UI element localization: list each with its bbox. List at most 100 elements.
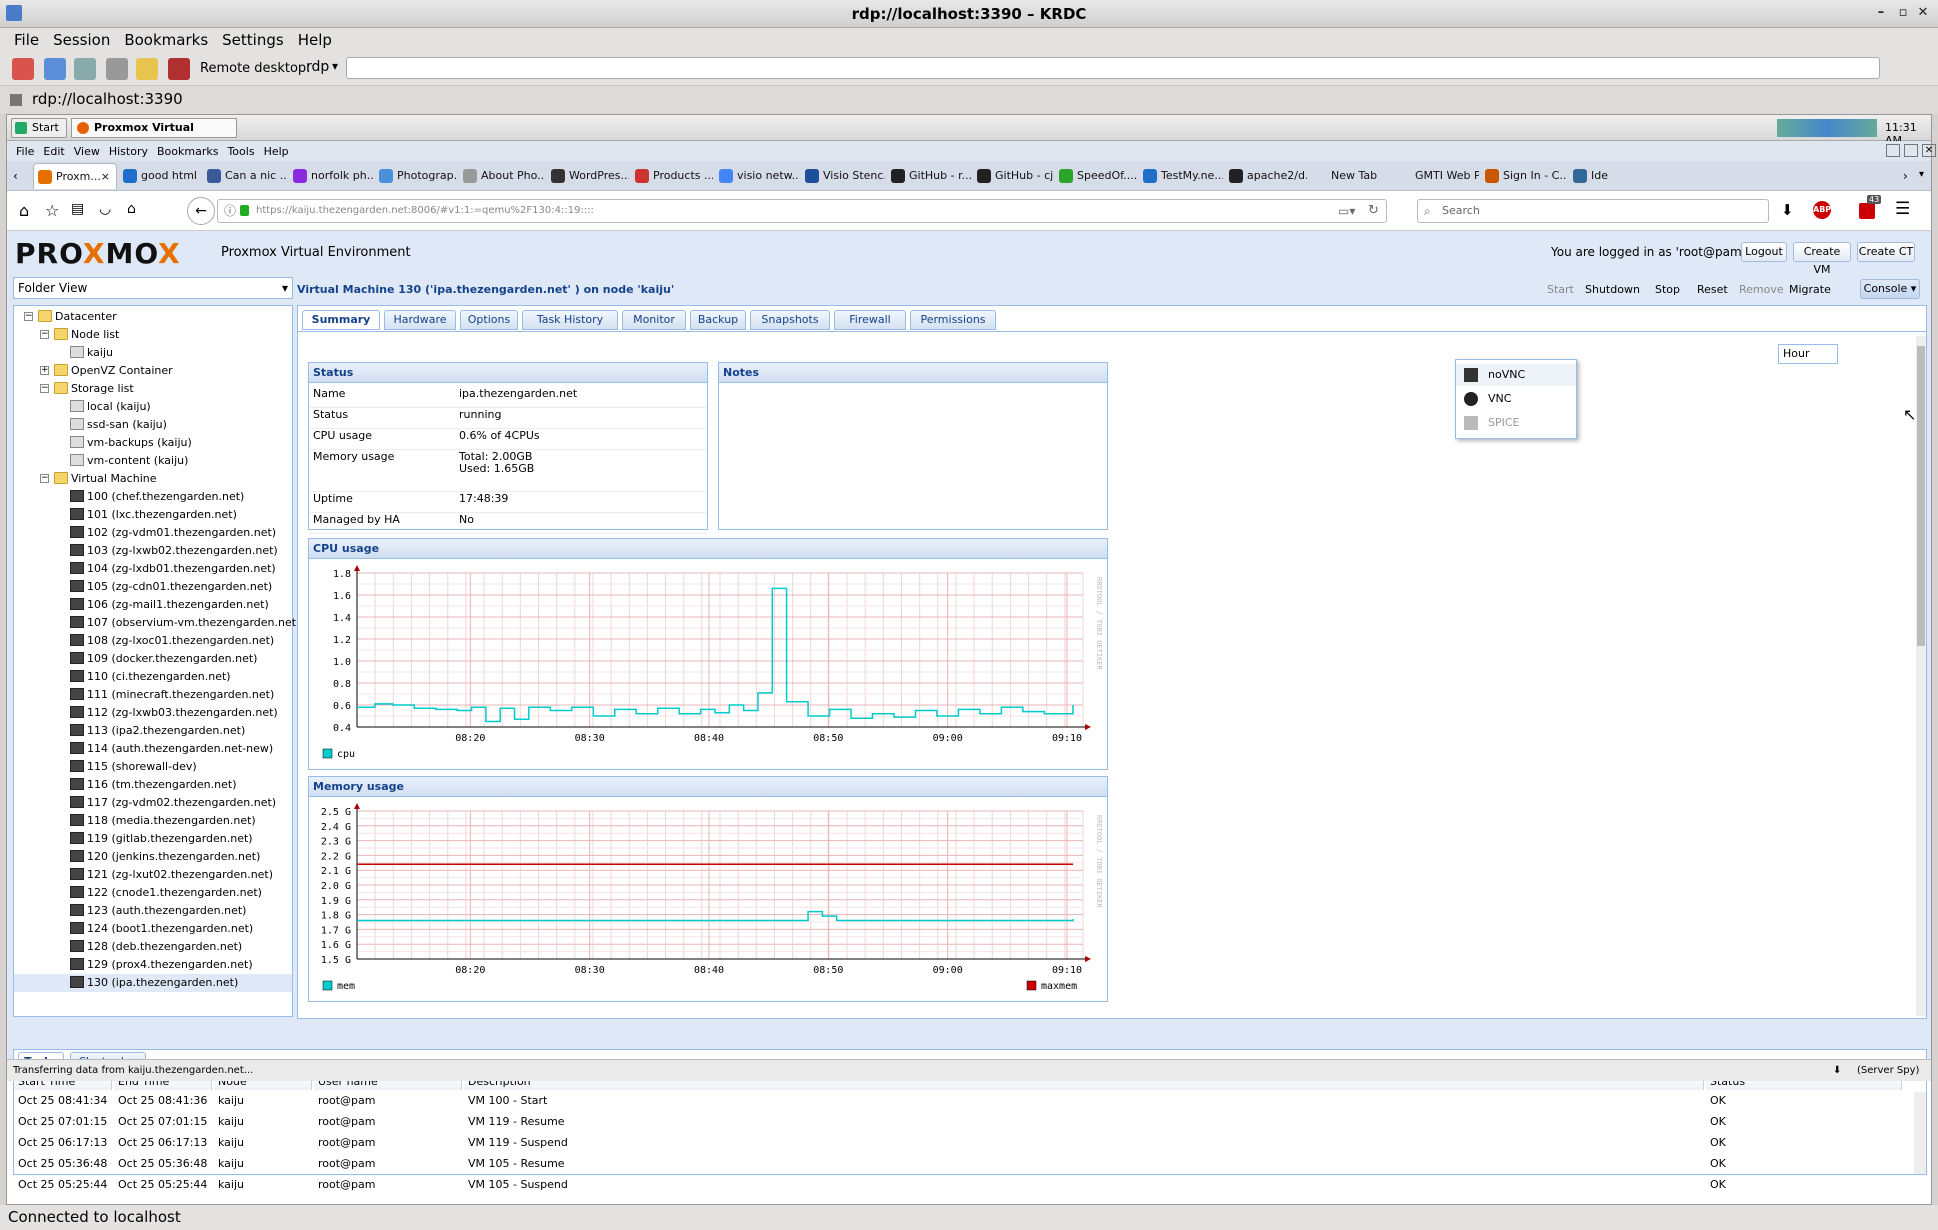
- expand-toggle-icon[interactable]: +: [40, 366, 49, 375]
- browser-tab[interactable]: GitHub - r...: [887, 163, 971, 189]
- tab-permissions[interactable]: Permissions: [910, 310, 996, 330]
- menu-file[interactable]: File: [14, 31, 39, 49]
- tree-vm-item[interactable]: 130 (ipa.thezengarden.net): [14, 974, 292, 992]
- sync-icon[interactable]: ⌂: [127, 201, 136, 217]
- tabs-scroll-right-icon[interactable]: ›: [1903, 169, 1908, 183]
- browser-tab[interactable]: Ide: [1569, 163, 1609, 189]
- vm-action-remove-button[interactable]: Remove: [1739, 283, 1784, 296]
- taskbar-window[interactable]: Proxmox Virtual Envir...: [71, 118, 237, 152]
- tree-vm-item[interactable]: 109 (docker.thezengarden.net): [70, 650, 257, 668]
- main-scrollbar[interactable]: [1916, 336, 1926, 1016]
- tree-openvz[interactable]: OpenVZ Container: [54, 362, 173, 380]
- tab-firewall[interactable]: Firewall: [834, 310, 906, 330]
- tree-vm-item[interactable]: 116 (tm.thezengarden.net): [70, 776, 237, 794]
- expand-toggle-icon[interactable]: −: [24, 312, 33, 321]
- vm-action-reset-button[interactable]: Reset: [1697, 283, 1728, 296]
- tree-vm-item[interactable]: 114 (auth.thezengarden.net-new): [70, 740, 273, 758]
- tree-vm-item[interactable]: 117 (zg-vdm02.thezengarden.net): [70, 794, 276, 812]
- tree-vm-item[interactable]: 107 (observium-vm.thezengarden.net): [70, 614, 300, 632]
- ff-menu-view[interactable]: View: [74, 145, 100, 158]
- expand-toggle-icon[interactable]: −: [40, 384, 49, 393]
- tree-vm-item[interactable]: 123 (auth.thezengarden.net): [70, 902, 246, 920]
- timeframe-select[interactable]: Hour: [1778, 344, 1838, 364]
- tree-vm-item[interactable]: 105 (zg-cdn01.thezengarden.net): [70, 578, 272, 596]
- tree-storage-item[interactable]: vm-backups (kaiju): [70, 434, 192, 452]
- create-vm-button[interactable]: Create VM: [1793, 242, 1851, 276]
- browser-tab[interactable]: WordPres...: [547, 163, 629, 189]
- table-row[interactable]: Oct 25 08:41:34 Oct 25 08:41:36 kaiju root@…: [14, 1092, 1904, 1109]
- browser-tab[interactable]: Visio Stenc...: [801, 163, 885, 189]
- tree-vm-item[interactable]: 100 (chef.thezengarden.net): [70, 488, 244, 506]
- ff-menu-bookmarks[interactable]: Bookmarks: [157, 145, 218, 158]
- tab-summary[interactable]: Summary: [302, 310, 380, 330]
- chevron-down-icon[interactable]: ▾: [332, 59, 338, 73]
- tree-vm-item[interactable]: 128 (deb.thezengarden.net): [70, 938, 242, 956]
- tree-node-list[interactable]: Node list: [54, 326, 119, 344]
- browser-tab[interactable]: norfolk ph...: [289, 163, 373, 189]
- gmail-icon[interactable]: [1859, 203, 1875, 219]
- browser-tab[interactable]: Can a nic ...: [203, 163, 287, 189]
- view-selector[interactable]: Folder View ▾: [13, 277, 293, 299]
- fullscreen-icon[interactable]: [44, 58, 66, 80]
- tree-vm-item[interactable]: 124 (boot1.thezengarden.net): [70, 920, 253, 938]
- minimize-icon[interactable]: –: [1872, 4, 1890, 22]
- browser-tab[interactable]: Photograp...: [375, 163, 457, 189]
- tab-task-history[interactable]: Task History: [522, 310, 618, 330]
- tree-vm-item[interactable]: 101 (lxc.thezengarden.net): [70, 506, 237, 524]
- console-spice-item[interactable]: SPICE: [1456, 412, 1576, 434]
- reload-icon[interactable]: ↻: [1368, 200, 1379, 222]
- main-scrollbar-thumb[interactable]: [1917, 346, 1925, 646]
- console-vnc-item[interactable]: VNC: [1456, 388, 1576, 410]
- tab-options[interactable]: Options: [460, 310, 518, 330]
- tree-vm-item[interactable]: 108 (zg-lxoc01.thezengarden.net): [70, 632, 274, 650]
- remote-desktop[interactable]: Start Proxmox Virtual Envir... 11:31 AM …: [6, 114, 1936, 1205]
- tree-vm-item[interactable]: 119 (gitlab.thezengarden.net): [70, 830, 253, 848]
- create-ct-button[interactable]: Create CT: [1857, 242, 1915, 262]
- ff-minimize-icon[interactable]: [1886, 144, 1900, 157]
- system-tray-icons[interactable]: [1777, 119, 1877, 137]
- browser-tab[interactable]: About Pho...: [459, 163, 545, 189]
- reader-view-icon[interactable]: ▭▾: [1338, 200, 1355, 222]
- ff-menu-tools[interactable]: Tools: [227, 145, 254, 158]
- vm-action-start-button[interactable]: Start: [1547, 283, 1574, 296]
- browser-tab[interactable]: apache2/d...: [1225, 163, 1307, 189]
- home-icon[interactable]: ⌂: [19, 201, 29, 220]
- tab-monitor[interactable]: Monitor: [622, 310, 686, 330]
- disconnect-icon[interactable]: [12, 58, 34, 80]
- pocket-icon[interactable]: ◡: [99, 201, 111, 217]
- tasks-scrollbar[interactable]: [1914, 1092, 1926, 1174]
- tree-vm-item[interactable]: 129 (prox4.thezengarden.net): [70, 956, 253, 974]
- tree-storage-item[interactable]: local (kaiju): [70, 398, 151, 416]
- vm-action-migrate-button[interactable]: Migrate: [1789, 283, 1831, 296]
- menu-bookmarks[interactable]: Bookmarks: [124, 31, 208, 49]
- remote-address-input[interactable]: [346, 57, 1880, 79]
- tab-backup[interactable]: Backup: [690, 310, 746, 330]
- logout-button[interactable]: Logout: [1741, 242, 1787, 262]
- tree-storage-item[interactable]: vm-content (kaiju): [70, 452, 188, 470]
- tree-vm-item[interactable]: 120 (jenkins.thezengarden.net): [70, 848, 260, 866]
- browser-tab[interactable]: Sign In - C...: [1481, 163, 1567, 189]
- console-button[interactable]: Console ▾: [1860, 279, 1920, 299]
- back-button[interactable]: ←: [187, 197, 215, 225]
- tree-storage-item[interactable]: ssd-san (kaiju): [70, 416, 167, 434]
- table-row[interactable]: Oct 25 06:17:13 Oct 25 06:17:13 kaiju root@…: [14, 1134, 1904, 1151]
- session-tab[interactable]: rdp://localhost:3390: [32, 90, 183, 108]
- list-all-tabs-icon[interactable]: ▾: [1919, 169, 1924, 180]
- tab-close-icon[interactable]: ×: [101, 164, 110, 189]
- download-icon[interactable]: ⬇: [1781, 201, 1794, 219]
- console-novnc-item[interactable]: noVNC: [1456, 364, 1576, 386]
- hamburger-menu-icon[interactable]: ☰: [1895, 199, 1910, 219]
- url-bar[interactable]: ⓘ https://kaiju.thezengarden.net:8006/#v…: [217, 199, 1387, 223]
- tab-snapshots[interactable]: Snapshots: [750, 310, 830, 330]
- ff-status-download-icon[interactable]: ⬇: [1833, 1060, 1841, 1082]
- grab-input-icon[interactable]: [136, 58, 158, 80]
- ff-close-icon[interactable]: ✕: [1922, 144, 1936, 157]
- expand-toggle-icon[interactable]: −: [40, 330, 49, 339]
- ff-restore-icon[interactable]: [1904, 144, 1918, 157]
- adblock-icon[interactable]: ABP: [1813, 201, 1831, 219]
- table-row[interactable]: Oct 25 05:25:44 Oct 25 05:25:44 kaiju root@…: [14, 1176, 1904, 1193]
- menu-help[interactable]: Help: [298, 31, 332, 49]
- ff-menu-file[interactable]: File: [16, 145, 34, 158]
- table-row[interactable]: Oct 25 05:36:48 Oct 25 05:36:48 kaiju root@…: [14, 1155, 1904, 1172]
- tree-node-kaiju[interactable]: kaiju: [70, 344, 113, 362]
